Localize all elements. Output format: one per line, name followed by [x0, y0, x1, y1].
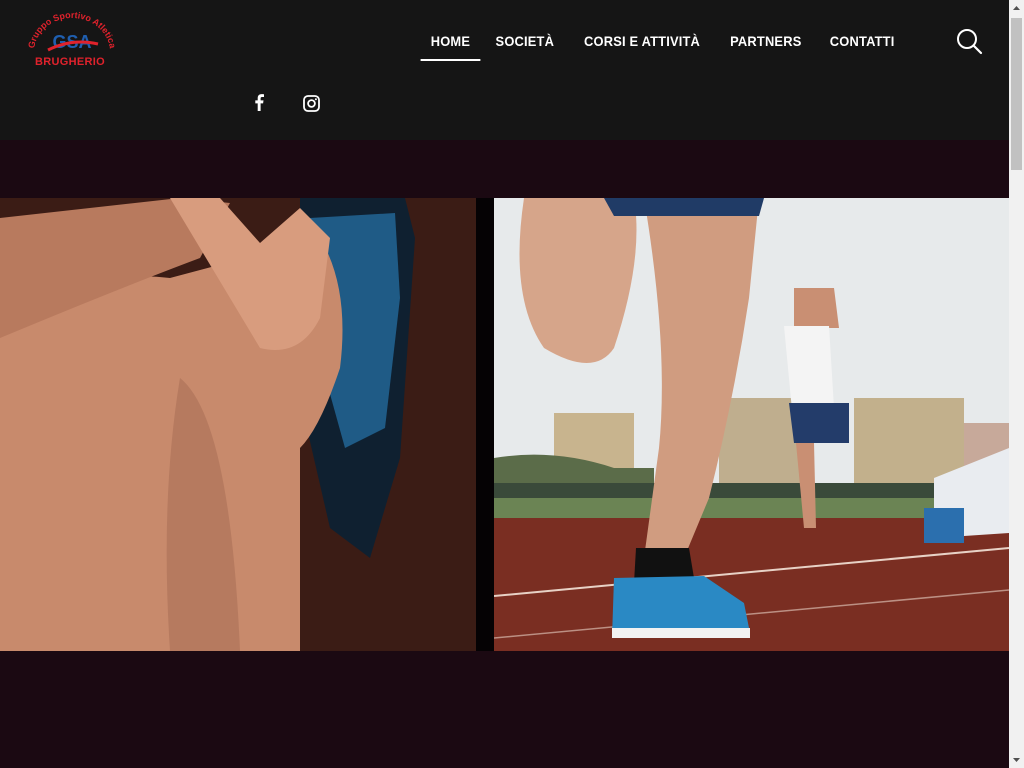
hero-video[interactable] — [0, 198, 1009, 651]
scroll-down-arrow-icon[interactable] — [1009, 752, 1024, 768]
nav-item-home[interactable]: HOME — [420, 31, 480, 61]
track-runners-image — [494, 198, 1009, 651]
search-icon[interactable] — [955, 27, 983, 55]
site-header: Gruppo Sportivo Atletica GSA BRUGHERIO H… — [0, 0, 1009, 140]
site-logo[interactable]: Gruppo Sportivo Atletica GSA BRUGHERIO — [26, 10, 118, 74]
nav-item-societa[interactable]: SOCIETÀ — [486, 31, 565, 61]
logo-city: BRUGHERIO — [35, 56, 105, 68]
vertical-scrollbar[interactable] — [1009, 0, 1024, 768]
nav-item-partners[interactable]: PARTNERS — [720, 31, 812, 61]
nav-item-corsi[interactable]: CORSI E ATTIVITÀ — [574, 31, 710, 61]
facebook-icon[interactable] — [253, 94, 267, 119]
hand-stretch-image — [0, 198, 476, 651]
scrollbar-thumb[interactable] — [1011, 18, 1022, 170]
main-nav: HOME SOCIETÀ CORSI E ATTIVITÀ PARTNERS C… — [418, 31, 908, 61]
video-panel-divider — [476, 198, 494, 651]
nav-item-contatti[interactable]: CONTATTI — [819, 31, 904, 61]
scroll-up-arrow-icon[interactable] — [1009, 0, 1024, 16]
gsa-logo-graphic: Gruppo Sportivo Atletica GSA — [26, 10, 118, 52]
video-panel-track — [494, 198, 1009, 651]
instagram-icon[interactable] — [303, 94, 321, 119]
video-panel-hands — [0, 198, 476, 651]
